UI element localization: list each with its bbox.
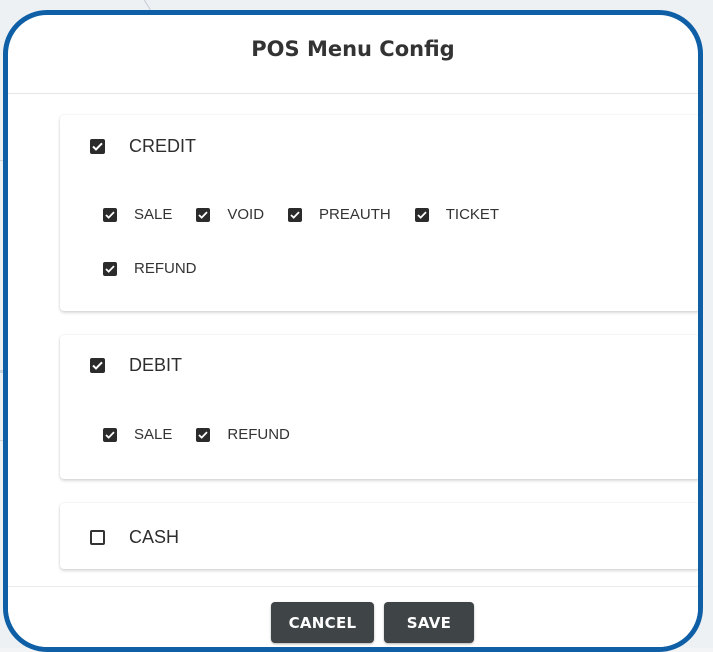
save-button[interactable]: SAVE (384, 602, 474, 643)
dialog-title: POS Menu Config (251, 37, 455, 61)
debit-label: DEBIT (129, 355, 183, 375)
pos-menu-config-dialog: POS Menu Config CREDIT SALE VOID PREAUTH… (3, 10, 703, 652)
debit-sale-label: SALE (134, 426, 173, 443)
cash-label: CASH (129, 527, 180, 547)
credit-ticket-checkbox[interactable] (414, 207, 429, 222)
debit-card: DEBIT SALE REFUND (60, 335, 698, 479)
debit-option-sale[interactable]: SALE (103, 426, 172, 443)
credit-sale-checkbox[interactable] (103, 207, 117, 222)
debit-option-refund[interactable]: REFUND (196, 426, 290, 443)
debit-sale-checkbox[interactable] (103, 427, 117, 442)
cancel-button[interactable]: CANCEL (271, 602, 374, 643)
dialog-footer: CANCEL SAVE (8, 586, 698, 647)
check-icon (105, 431, 115, 439)
check-icon (105, 265, 115, 273)
check-icon (198, 431, 208, 439)
credit-refund-checkbox[interactable] (103, 261, 117, 276)
debit-refund-label: REFUND (227, 426, 290, 443)
check-icon (92, 142, 103, 151)
credit-option-void[interactable]: VOID (196, 206, 264, 223)
check-icon (417, 211, 427, 219)
debit-options-row: SALE REFUND (103, 426, 314, 443)
credit-preauth-label: PREAUTH (319, 206, 391, 223)
check-icon (290, 211, 300, 219)
cash-checkbox[interactable] (90, 530, 105, 545)
credit-option-preauth[interactable]: PREAUTH (288, 206, 391, 223)
check-icon (198, 211, 208, 219)
check-icon (105, 211, 115, 219)
credit-preauth-checkbox[interactable] (288, 207, 303, 222)
credit-sale-label: SALE (134, 206, 173, 223)
credit-option-ticket[interactable]: TICKET (414, 206, 500, 223)
cash-toggle[interactable]: CASH (90, 527, 179, 548)
credit-checkbox[interactable] (90, 139, 105, 154)
credit-card: CREDIT SALE VOID PREAUTH TICKET REFUND (60, 115, 698, 311)
check-icon (92, 361, 103, 370)
cash-card: CASH (60, 503, 698, 569)
credit-refund-label: REFUND (134, 260, 197, 277)
credit-options-row-1: SALE VOID PREAUTH TICKET (103, 206, 523, 223)
credit-void-label: VOID (227, 206, 265, 223)
debit-checkbox[interactable] (90, 358, 105, 373)
credit-options-row-2: REFUND (103, 260, 221, 277)
credit-void-checkbox[interactable] (196, 207, 211, 222)
dialog-content: CREDIT SALE VOID PREAUTH TICKET REFUND D… (8, 94, 698, 586)
debit-toggle[interactable]: DEBIT (90, 355, 182, 376)
debit-refund-checkbox[interactable] (196, 427, 211, 442)
credit-toggle[interactable]: CREDIT (90, 136, 196, 157)
credit-option-sale[interactable]: SALE (103, 206, 172, 223)
credit-label: CREDIT (129, 136, 196, 156)
credit-ticket-label: TICKET (445, 206, 500, 223)
credit-option-refund[interactable]: REFUND (103, 260, 197, 277)
